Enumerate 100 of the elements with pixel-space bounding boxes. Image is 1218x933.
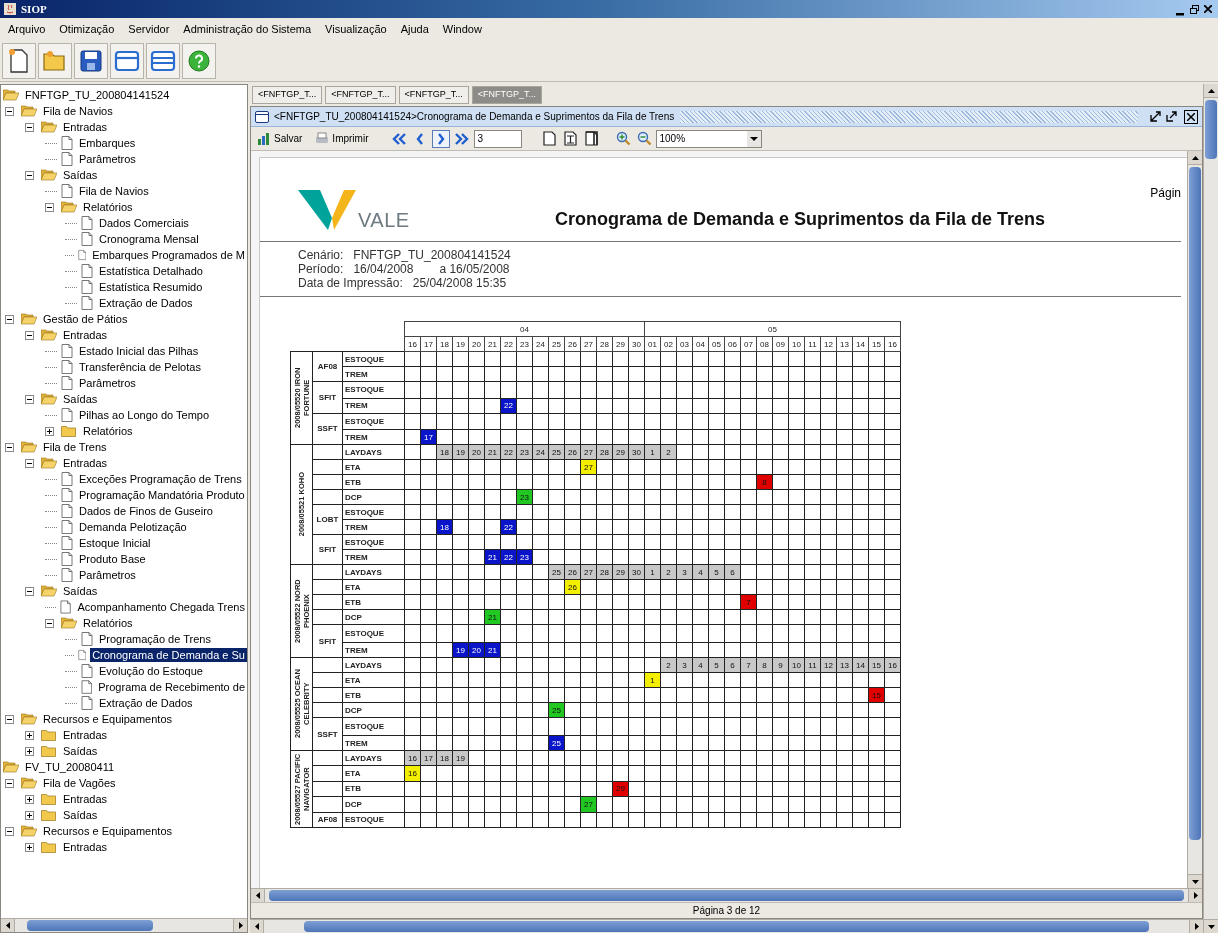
expand-icon[interactable] [25, 746, 34, 756]
tree-item[interactable]: Evolução do Estoque [97, 664, 205, 678]
tree-item[interactable]: Embarques Programados de M [90, 248, 247, 262]
tree-item[interactable]: Saídas [61, 392, 100, 406]
minimize-frame-button[interactable] [1148, 109, 1162, 124]
tree-item[interactable]: Extração de Dados [97, 696, 195, 710]
tree-item[interactable]: Saídas [61, 808, 100, 822]
scroll-thumb[interactable] [304, 921, 1149, 932]
tree-item[interactable]: Entradas [61, 328, 110, 342]
help-button[interactable] [182, 42, 216, 79]
collapse-icon[interactable] [25, 170, 34, 180]
tree-item[interactable]: Pilhas ao Longo do Tempo [77, 408, 212, 422]
vertical-scrollbar[interactable] [1203, 84, 1218, 933]
window-button[interactable] [110, 42, 144, 79]
collapse-icon[interactable] [5, 714, 14, 724]
collapse-icon[interactable] [25, 586, 34, 596]
save-button[interactable] [74, 42, 108, 79]
next-page-button[interactable] [432, 129, 451, 148]
tree-item[interactable]: Saídas [61, 584, 100, 598]
tree-item[interactable]: Recursos e Equipamentos [41, 712, 174, 726]
tree-item[interactable]: Cronograma Mensal [97, 232, 201, 246]
save-report-button[interactable]: Salvar [255, 129, 305, 148]
menu-item[interactable]: Administração do Sistema [183, 20, 312, 38]
tree-item[interactable]: Estatística Resumido [97, 280, 205, 294]
close-frame-button[interactable] [1184, 109, 1198, 124]
tree-item[interactable]: Demanda Pelotização [77, 520, 189, 534]
up-arrow-icon[interactable] [1207, 88, 1215, 93]
expand-icon[interactable] [25, 730, 34, 740]
left-arrow-icon[interactable] [254, 923, 259, 930]
scroll-thumb[interactable] [269, 890, 1184, 901]
left-arrow-icon[interactable] [255, 892, 260, 899]
collapse-icon[interactable] [45, 618, 54, 628]
tree-item[interactable]: Exceções Programação de Trens [77, 472, 244, 486]
tree-item[interactable]: Programa de Recebimento de [96, 680, 247, 694]
expand-icon[interactable] [25, 794, 34, 804]
close-button[interactable] [1201, 2, 1215, 16]
expand-icon[interactable] [25, 810, 34, 820]
tree-item[interactable]: Estado Inicial das Pilhas [77, 344, 201, 358]
tree-item[interactable]: Estatística Detalhado [97, 264, 205, 278]
horizontal-scrollbar[interactable] [251, 888, 1202, 902]
page-field[interactable]: 3 [474, 129, 523, 148]
scroll-thumb[interactable] [27, 920, 153, 931]
left-arrow-icon[interactable] [5, 922, 10, 929]
tree-item[interactable]: Dados de Finos de Guseiro [77, 504, 215, 518]
document-tab[interactable]: <FNFTGP_T... [252, 86, 323, 104]
menu-item[interactable]: Ajuda [400, 20, 429, 38]
tree-item[interactable]: Entradas [61, 792, 110, 806]
scroll-thumb[interactable] [1205, 100, 1217, 159]
tree-item[interactable]: Fila de Navios [77, 184, 151, 198]
tree-item[interactable]: Saídas [61, 168, 100, 182]
menu-item[interactable]: Servidor [128, 20, 170, 38]
up-arrow-icon[interactable] [1191, 155, 1199, 160]
tree-item[interactable]: Gestão de Pátios [41, 312, 130, 326]
tree-item[interactable]: Relatórios [81, 424, 135, 438]
tree-item[interactable]: Entradas [61, 456, 110, 470]
collapse-icon[interactable] [25, 458, 34, 468]
fit-page-button[interactable] [561, 129, 580, 148]
tree-item[interactable]: Recursos e Equipamentos [41, 824, 174, 838]
document-tab[interactable]: <FNFTGP_T... [398, 86, 469, 104]
vertical-scrollbar[interactable] [1187, 151, 1202, 888]
restore-button[interactable] [1187, 2, 1201, 16]
tree-item[interactable]: Entradas [61, 728, 110, 742]
tree-item[interactable]: Programação Mandatória Produto [77, 488, 247, 502]
collapse-icon[interactable] [5, 442, 14, 452]
tree-item[interactable]: Entradas [61, 120, 110, 134]
zoom-dropdown[interactable]: 100% [656, 129, 763, 148]
collapse-icon[interactable] [5, 314, 14, 324]
horizontal-scrollbar[interactable] [250, 919, 1203, 933]
tree-item[interactable]: Relatórios [81, 200, 135, 214]
tree-item[interactable]: Parâmetros [77, 152, 138, 166]
expand-icon[interactable] [45, 426, 54, 436]
tree-item[interactable]: Parâmetros [77, 568, 138, 582]
tree-item[interactable]: Acompanhamento Chegada Trens [75, 600, 247, 614]
new-file-button[interactable] [2, 42, 36, 79]
scroll-thumb[interactable] [1189, 167, 1201, 840]
collapse-icon[interactable] [45, 202, 54, 212]
menu-item[interactable]: Window [442, 20, 482, 38]
collapse-icon[interactable] [5, 778, 14, 788]
collapse-icon[interactable] [25, 330, 34, 340]
collapse-icon[interactable] [25, 122, 34, 132]
tree-item[interactable]: Fila de Vagões [41, 776, 118, 790]
tree-item[interactable]: Transferência de Pelotas [77, 360, 203, 374]
tree-item[interactable]: FV_TU_20080411 [23, 760, 117, 774]
tree-item[interactable]: Programação de Trens [97, 632, 213, 646]
tree-item[interactable]: Relatórios [81, 616, 135, 630]
maximize-frame-button[interactable] [1164, 109, 1178, 124]
expand-icon[interactable] [25, 842, 34, 852]
menu-item[interactable]: Otimização [59, 20, 115, 38]
tile-button[interactable] [146, 42, 180, 79]
menu-item[interactable]: Arquivo [8, 20, 46, 38]
page-width-button[interactable] [582, 129, 601, 148]
tree-item[interactable]: Cronograma de Demanda e Su [90, 648, 247, 662]
tree-item[interactable]: Estoque Inicial [77, 536, 153, 550]
tree-item[interactable]: FNFTGP_TU_200804141524 [23, 88, 172, 102]
tree-item[interactable]: Parâmetros [77, 376, 138, 390]
zoom-in-button[interactable] [614, 129, 633, 148]
collapse-icon[interactable] [25, 394, 34, 404]
right-arrow-icon[interactable] [1194, 923, 1199, 930]
collapse-icon[interactable] [5, 106, 14, 116]
down-arrow-icon[interactable] [1207, 924, 1215, 929]
